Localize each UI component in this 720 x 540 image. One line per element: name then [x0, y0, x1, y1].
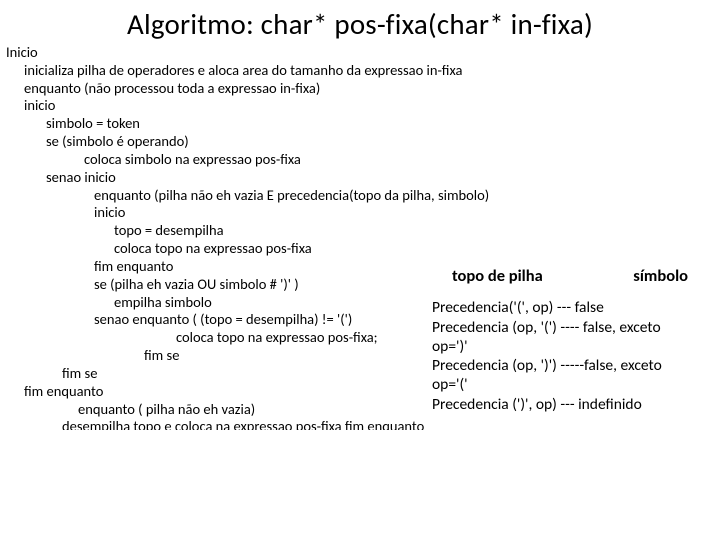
code-line: simbolo = token	[6, 115, 714, 133]
header-topo: topo de pilha	[452, 266, 543, 286]
code-line: Inicio	[6, 44, 714, 62]
precedence-rule: Precedencia (op, ')') -----false, exceto…	[432, 356, 694, 394]
precedence-rule: Precedencia (op, '(') ---- false, exceto…	[432, 318, 694, 356]
precedence-rule: Precedencia('(', op) --- false	[432, 298, 694, 317]
code-line: inicializa pilha de operadores e aloca a…	[6, 62, 714, 80]
code-line: se (simbolo é operando)	[6, 133, 714, 151]
precedence-box: topo de pilha símbolo Precedencia('(', o…	[432, 266, 694, 414]
code-line: inicio	[6, 204, 714, 222]
slide-title: Algoritmo: char* pos-fixa(char* in-fixa)	[0, 0, 720, 44]
code-line: topo = desempilha	[6, 222, 714, 240]
precedence-header: topo de pilha símbolo	[432, 266, 694, 286]
code-line: enquanto (pilha não eh vazia E precedenc…	[6, 187, 714, 205]
code-line: coloca topo na expressao pos-fixa	[6, 240, 714, 258]
slide: Algoritmo: char* pos-fixa(char* in-fixa)…	[0, 0, 720, 540]
code-line-cut: desempilha topo e coloca na expressao po…	[6, 418, 714, 430]
code-line: enquanto (não processou toda a expressao…	[6, 80, 714, 98]
header-simbolo: símbolo	[633, 266, 688, 286]
code-line: coloca simbolo na expressao pos-fixa	[6, 151, 714, 169]
code-line: inicio	[6, 97, 714, 115]
precedence-rule: Precedencia (')', op) --- indefinido	[432, 395, 694, 414]
code-line: senao inicio	[6, 169, 714, 187]
